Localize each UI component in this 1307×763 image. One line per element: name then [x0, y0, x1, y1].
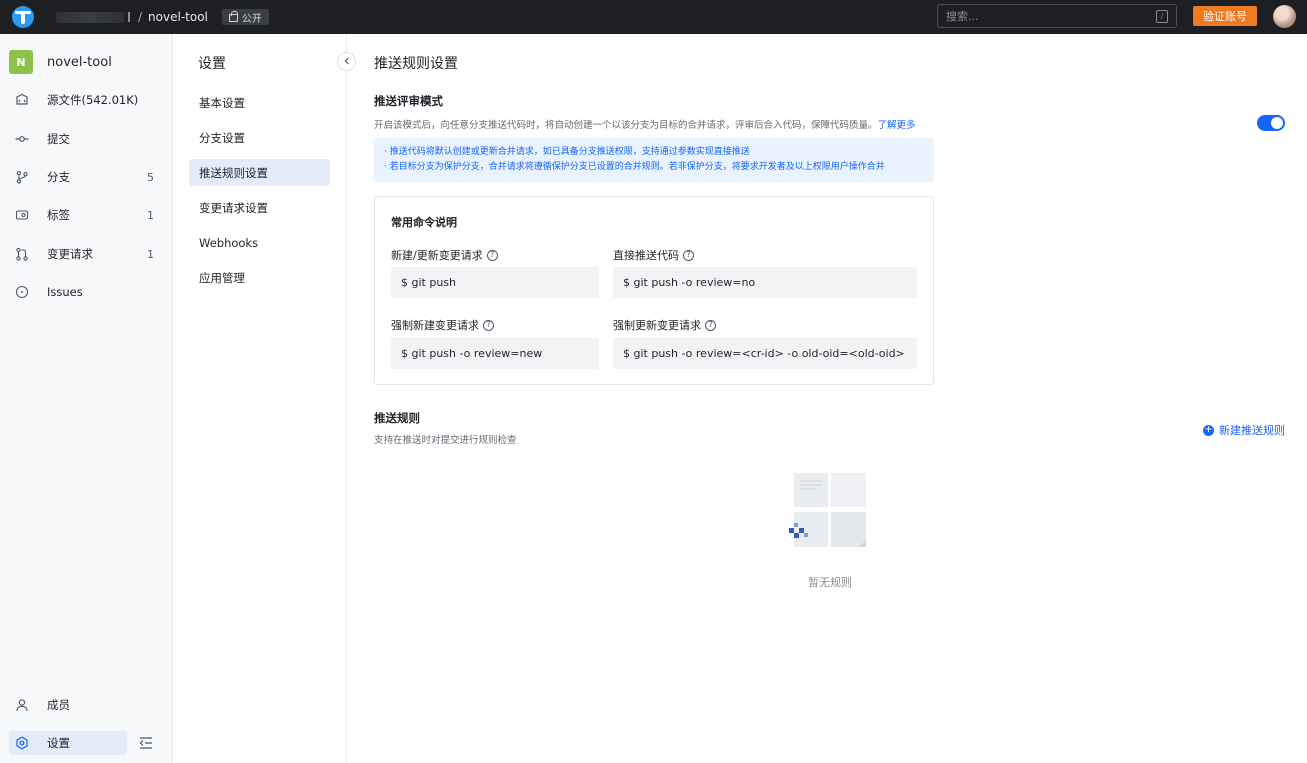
settings-icon [15, 736, 29, 750]
settings-title: 设置 [198, 56, 226, 72]
owner-divider [128, 12, 130, 22]
search-box[interactable]: / [937, 4, 1177, 28]
lock-icon [228, 11, 238, 22]
command-label-text: 强制更新变更请求 [613, 319, 701, 332]
subnav-item-branch[interactable]: 分支设置 [189, 124, 330, 151]
repo-sidebar: N novel-tool 源文件(542.01K) 提交 分支 5 标签 1 变… [0, 34, 173, 763]
chevron-left-icon [343, 55, 351, 68]
shortcut-key-icon: / [1156, 9, 1168, 23]
sidebar-item-tags[interactable]: 标签 1 [9, 203, 164, 227]
settings-subnav: 设置 基本设置 分支设置 推送规则设置 变更请求设置 Webhooks 应用管理 [173, 34, 347, 763]
repo-header[interactable]: N novel-tool [9, 50, 112, 74]
review-mode-info-box: · 推送代码将默认创建或更新合并请求，如已具备分支推送权限，支持通过参数实现直接… [374, 138, 934, 182]
review-mode-desc: 开启该模式后，向任意分支推送代码时，将自动创建一个以该分支为目标的合并请求，评审… [374, 117, 916, 131]
sidebar-item-issues[interactable]: Issues [9, 280, 164, 304]
sidebar-item-commits[interactable]: 提交 [9, 127, 164, 151]
sidebar-item-label: 提交 [47, 132, 70, 146]
breadcrumb-separator: / [138, 10, 143, 24]
help-icon[interactable]: ? [483, 319, 494, 331]
repo-name: novel-tool [47, 54, 112, 70]
subnav-item-apps[interactable]: 应用管理 [189, 264, 330, 291]
empty-state-illustration-icon [789, 472, 869, 552]
sidebar-item-source[interactable]: 源文件(542.01K) [9, 88, 164, 112]
command-box[interactable]: $ git push -o review=<cr-id> -o old-oid=… [613, 338, 917, 369]
sidebar-item-label: 标签 [47, 208, 70, 222]
sidebar-item-count: 1 [147, 247, 154, 261]
command-label: 直接推送代码 ? [613, 247, 694, 263]
help-icon[interactable]: ? [486, 249, 498, 261]
info-line: · 推送代码将默认创建或更新合并请求，如已具备分支推送权限，支持通过参数实现直接… [384, 147, 750, 157]
command-box[interactable]: $ git push -o review=no [613, 267, 917, 298]
review-mode-toggle[interactable] [1257, 115, 1285, 131]
help-icon[interactable]: ? [683, 249, 694, 261]
new-push-rule-button[interactable]: + 新建推送规则 [1203, 422, 1285, 438]
subnav-item-push-rules[interactable]: 推送规则设置 [189, 159, 330, 186]
command-label: 强制新建变更请求 ? [391, 317, 494, 333]
sidebar-item-label: 源文件(542.01K) [47, 93, 139, 107]
page-title: 推送规则设置 [374, 56, 458, 72]
subnav-item-webhooks[interactable]: Webhooks [189, 229, 330, 256]
sidebar-item-merge-requests[interactable]: 变更请求 1 [9, 242, 164, 266]
sidebar-item-branches[interactable]: 分支 5 [9, 165, 164, 189]
verify-account-button[interactable]: 验证账号 [1193, 6, 1257, 26]
review-mode-title: 推送评审模式 [374, 94, 443, 108]
info-line: · 若目标分支为保护分支，合并请求将遵循保护分支已设置的合并规则。若非保护分支，… [384, 162, 885, 172]
visibility-label: 公开 [241, 13, 262, 25]
search-input[interactable] [946, 9, 1156, 23]
user-icon [15, 698, 29, 712]
breadcrumb-repo[interactable]: novel-tool [148, 10, 208, 24]
collapse-sidebar-icon[interactable] [139, 737, 153, 749]
command-label: 强制更新变更请求 ? [613, 317, 716, 333]
code-folder-icon [15, 93, 29, 107]
command-label-text: 直接推送代码 [613, 249, 679, 262]
issue-icon [15, 285, 29, 299]
app-logo-icon[interactable] [12, 6, 34, 28]
sidebar-item-label: Issues [47, 285, 83, 299]
branch-icon [15, 170, 29, 184]
sidebar-item-count: 5 [147, 170, 154, 184]
subnav-item-basic[interactable]: 基本设置 [189, 89, 330, 116]
command-label-text: 强制新建变更请求 [391, 319, 479, 332]
commands-card: 常用命令说明 新建/更新变更请求 ? $ git push 直接推送代码 ? $… [374, 196, 934, 385]
plus-circle-icon: + [1203, 424, 1214, 436]
help-icon[interactable]: ? [705, 319, 716, 331]
collapse-subnav-button[interactable] [337, 52, 356, 71]
command-box[interactable]: $ git push [391, 267, 599, 298]
owner-name-redacted[interactable] [56, 11, 124, 23]
sidebar-item-count: 1 [147, 208, 154, 222]
command-box[interactable]: $ git push -o review=new [391, 338, 599, 369]
repo-avatar: N [9, 50, 33, 74]
sidebar-item-label: 设置 [47, 736, 70, 750]
sidebar-item-settings[interactable]: 设置 [9, 731, 127, 755]
command-label-text: 新建/更新变更请求 [391, 249, 483, 262]
sidebar-item-label: 成员 [47, 698, 70, 712]
commit-icon [15, 132, 29, 146]
empty-state-text: 暂无规则 [808, 576, 852, 589]
merge-request-icon [15, 247, 29, 261]
top-bar: / novel-tool 公开 / 验证账号 [0, 0, 1307, 34]
commands-title: 常用命令说明 [391, 216, 457, 229]
push-rules-title: 推送规则 [374, 411, 420, 425]
review-mode-desc-text: 开启该模式后，向任意分支推送代码时，将自动创建一个以该分支为目标的合并请求，评审… [374, 120, 878, 131]
sidebar-item-label: 变更请求 [47, 247, 93, 261]
user-avatar[interactable] [1273, 5, 1296, 28]
new-push-rule-label: 新建推送规则 [1219, 424, 1285, 437]
push-rules-desc: 支持在推送时对提交进行规则检查 [374, 435, 517, 446]
subnav-item-merge-request[interactable]: 变更请求设置 [189, 194, 330, 221]
tag-icon [15, 208, 29, 222]
command-label: 新建/更新变更请求 ? [391, 247, 498, 263]
learn-more-link[interactable]: 了解更多 [878, 120, 916, 131]
visibility-badge: 公开 [221, 9, 269, 25]
sidebar-item-members[interactable]: 成员 [9, 693, 164, 717]
sidebar-item-label: 分支 [47, 170, 70, 184]
